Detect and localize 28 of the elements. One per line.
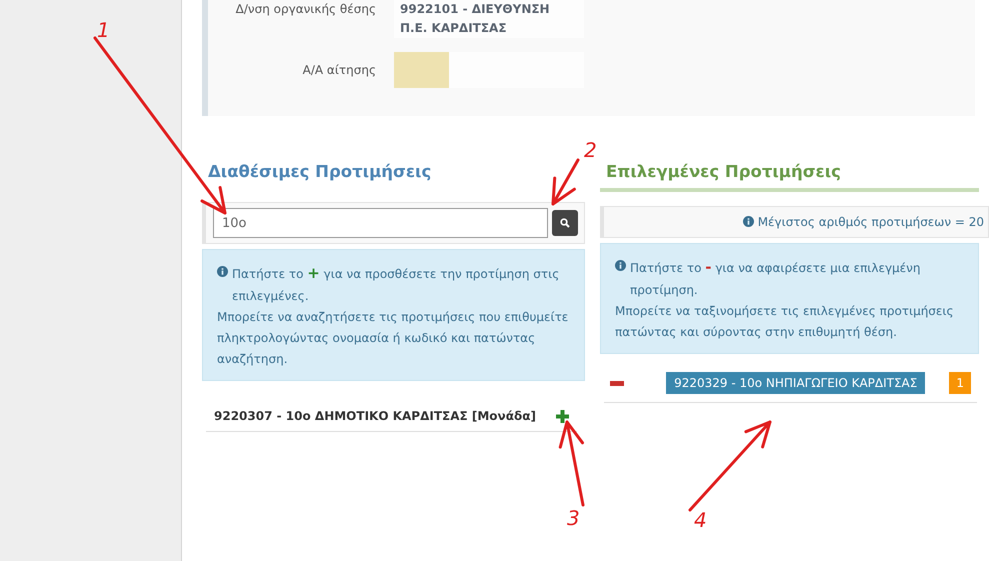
field-value: 9922101 - ΔΙΕΥΘΥΝΣΗ Π.Ε. ΚΑΡΔΙΤΣΑΣ (394, 0, 584, 38)
annotation-number: 4 (694, 510, 707, 530)
info-icon (615, 260, 626, 272)
info-text: Μπορείτε να αναζητήσετε τις προτιμήσεις που επιθυμείτε πληκτρολογώντας ονομασία ή κωδικό και πατώντας αναζήτηση. (217, 309, 570, 368)
field-label: Δ/νση οργανικής θέσης (234, 1, 376, 18)
annotation-arrow (552, 158, 580, 206)
remove-button[interactable] (610, 380, 624, 386)
section-title: Επιλεγμένες Προτιμήσεις (600, 158, 979, 192)
info-text: Πατήστε το + για να προσθέσετε την προτίμηση στις επιλεγμένες. (232, 263, 560, 306)
annotation-number: 2 (584, 140, 597, 160)
max-preferences-text: Μέγιστος αριθμός προτιμήσεων = 20 (756, 215, 984, 230)
info-text: Πατήστε το - για να αφαιρέσετε μια επιλεγμένη προτίμηση. (630, 257, 922, 300)
minus-icon (610, 380, 624, 386)
info-icon (217, 266, 228, 278)
search-field[interactable]: 10ο (213, 208, 548, 238)
search-button[interactable] (552, 210, 578, 236)
info-text: Μπορείτε να ταξινομήσετε τις επιλεγμένες προτιμήσεις πατώντας και σύροντας στην επιθυμητή θέση. (615, 303, 955, 342)
plus-icon (556, 410, 569, 423)
selected-preference-label[interactable]: 9220329 - 10ο ΝΗΠΙΑΓΩΓΕΙΟ ΚΑΡΔΙΤΣΑΣ (666, 372, 926, 394)
field-label: Α/Α αίτησης (302, 62, 376, 80)
rank-badge: 1 (949, 372, 971, 394)
info-icon (742, 216, 754, 228)
search-icon (560, 218, 570, 228)
section-title: Διαθέσιμες Προτιμήσεις (208, 161, 432, 184)
annotation-number: 1 (97, 20, 110, 40)
annotation-number: 3 (567, 508, 580, 528)
preference-name: 9220307 - 10ο ΔΗΜΟΤΙΚΟ ΚΑΡΔΙΤΣΑΣ [Μονάδα] (214, 408, 537, 426)
add-button[interactable] (556, 410, 569, 423)
